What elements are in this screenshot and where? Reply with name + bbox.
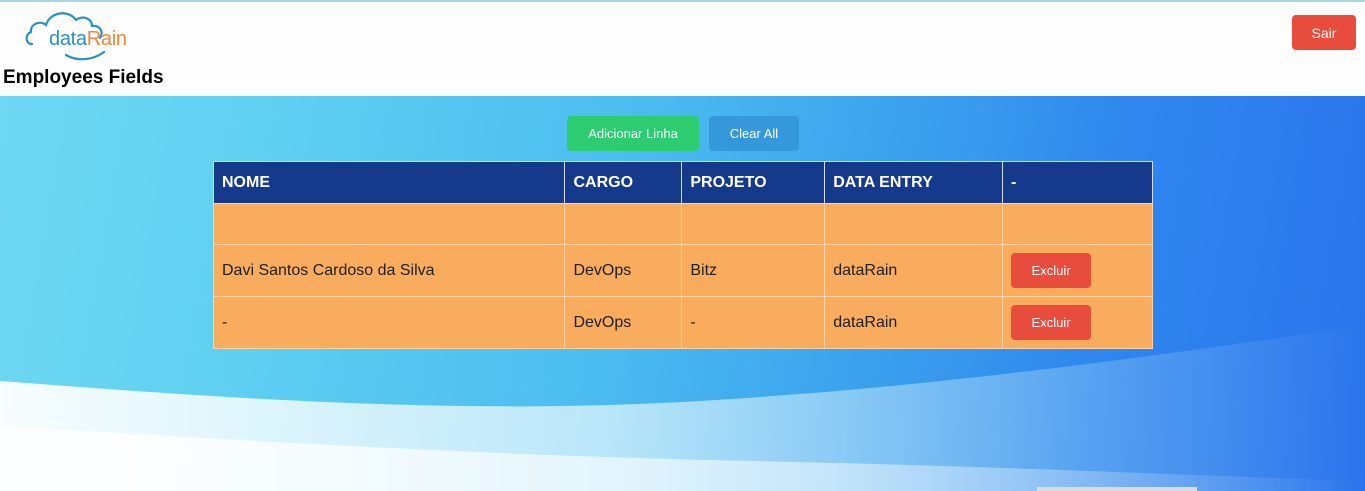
table-header-row: NOME CARGO PROJETO DATA ENTRY - [212, 161, 1153, 204]
cell-nome: - [212, 296, 566, 349]
cell-action: Excluir [1002, 244, 1153, 297]
logout-button[interactable]: Sair [1292, 15, 1356, 50]
column-header-data-entry: DATA ENTRY [824, 161, 1004, 204]
cell-cargo: DevOps [564, 244, 683, 297]
column-header-nome: NOME [212, 161, 566, 204]
delete-row-button[interactable]: Excluir [1011, 253, 1092, 288]
app-header: dataRain Sair [0, 2, 1365, 96]
page-title: Employees Fields [3, 67, 164, 88]
logo-text-data: data [49, 28, 87, 50]
employees-table: NOME CARGO PROJETO DATA ENTRY - Davi San… [212, 161, 1153, 349]
cell-projeto[interactable] [681, 203, 826, 245]
delete-row-button[interactable]: Excluir [1011, 305, 1092, 340]
logo-text: dataRain [49, 28, 127, 51]
cell-cargo[interactable] [564, 203, 683, 245]
cell-projeto: - [681, 296, 826, 349]
cell-data-entry[interactable] [824, 203, 1004, 245]
cell-nome[interactable] [212, 203, 566, 245]
table-row: - DevOps - dataRain Excluir [212, 296, 1153, 349]
cell-action: Excluir [1002, 296, 1153, 349]
cell-cargo: DevOps [564, 296, 683, 349]
logo-text-rain: Rain [86, 28, 127, 50]
table-row [212, 203, 1153, 245]
column-header-cargo: CARGO [564, 161, 683, 204]
column-header-projeto: PROJETO [681, 161, 826, 204]
datarain-logo[interactable]: dataRain [24, 6, 134, 64]
horizontal-scrollbar[interactable] [1037, 487, 1197, 491]
cell-projeto: Bitz [681, 244, 826, 297]
cell-data-entry: dataRain [824, 244, 1004, 297]
cell-action [1002, 203, 1153, 245]
clear-all-button[interactable]: Clear All [709, 116, 799, 151]
cell-nome: Davi Santos Cardoso da Silva [212, 244, 566, 297]
add-row-button[interactable]: Adicionar Linha [567, 116, 699, 151]
table-row: Davi Santos Cardoso da Silva DevOps Bitz… [212, 244, 1153, 297]
column-header-actions: - [1002, 161, 1153, 204]
cell-data-entry: dataRain [824, 296, 1004, 349]
